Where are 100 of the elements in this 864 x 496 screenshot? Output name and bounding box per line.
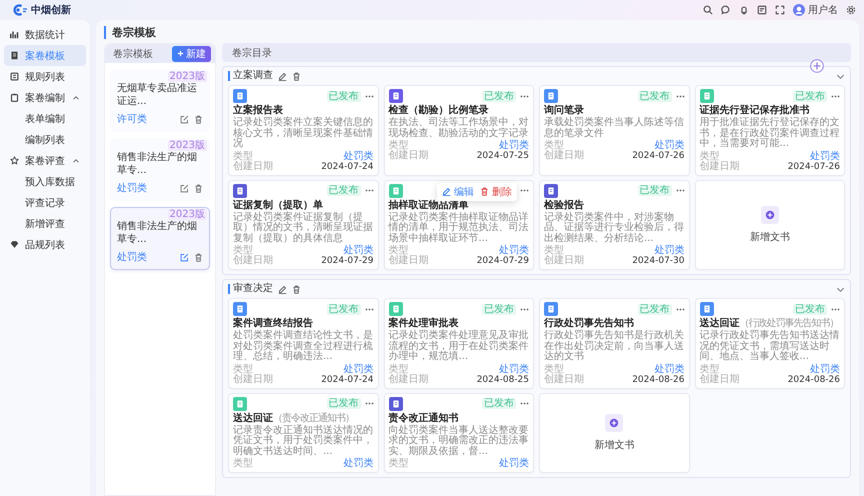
nav-item[interactable]: 数据统计 [4,24,86,45]
status-badge: 已发布 [638,90,672,102]
template-title: 销售非法生产的烟草专... [117,151,198,177]
template-item[interactable]: 2023版 销售非法生产的烟草专... 处罚类 [110,207,210,270]
fullscreen-icon[interactable] [775,5,785,15]
version-badge: 2023版 [168,209,207,220]
document-card[interactable]: 已发布 检验报告 记录处罚类案件中，对涉案物品、证据等进行专业检验后，得出检测结果、分析结论... 类型 处罚类 创建日期 2024-07-30 [539,180,690,270]
card-title: 询问笔录 [544,105,584,116]
edit-icon[interactable] [180,184,189,192]
more-icon[interactable] [364,189,374,192]
type-value: 处罚类 [344,459,374,469]
status-badge: 已发布 [793,90,827,102]
more-icon[interactable] [831,94,840,98]
date-label: 创建日期 [233,374,273,384]
nav-item[interactable]: 案卷编制 [4,87,86,108]
more-icon[interactable] [520,94,529,98]
bar-chart-icon [10,30,19,39]
chat-bubble-icon[interactable] [721,5,731,15]
document-card[interactable]: 已发布 检查（勘验）比例笔录 在执法、司法等工作场景中，对现场检查、勘验活动的文字记录 类型 处罚类 创建日期 2024-07-25 [384,85,534,176]
page-title: 卷宗模板 [104,26,156,39]
document-card[interactable]: 已发布 责令改正通知书 向处罚类案件当事人送达整改要求的文书，明确需改正的违法事实、期限及依据，督... 类型 处罚类 [384,392,534,473]
date-value: 2024-07-30 [632,256,684,266]
more-icon[interactable] [364,402,374,405]
logo-text: 中烟创新 [31,3,71,17]
date-value: 2024-07-26 [788,162,840,172]
trash-icon[interactable] [292,72,301,80]
card-description: 用于批准证据先行登记保存的文书，是在行政处罚案件调查过程中，当需要对可能... [700,118,840,150]
more-icon[interactable] [364,308,374,310]
settings-icon[interactable] [846,5,856,15]
date-label: 创建日期 [233,256,273,266]
document-card[interactable]: 已发布 立案报告表 记录处罚类案件立案关键信息的核心文书，清晰呈现案件基础情况 类型 处罚类 创建日期 2024-07-24 [228,85,378,176]
more-icon[interactable] [364,94,374,98]
card-title: 责令改正通知书 [388,412,458,424]
card-description: 在执法、司法等工作场景中，对现场检查、勘验活动的文字记录 [388,118,529,139]
nav-item[interactable]: 规则列表 [4,66,86,87]
edit-icon[interactable] [180,252,189,262]
card-title: 检验报告 [544,200,584,210]
status-badge: 已发布 [326,185,360,196]
trash-icon[interactable] [292,284,301,294]
template-item[interactable]: 2023版 销售非法生产的烟草专... 处罚类 [110,138,210,201]
edit-icon[interactable] [180,114,189,124]
date-label: 创建日期 [233,162,273,172]
document-card[interactable]: 已发布 送达回证（行政处罚事先告知书） 记录行政处罚事先告知书送达情况的凭证文书，需填写送达时间、地点、当事人签收... 类型 处罚类 创建日期 2024-08-26 [694,298,845,388]
type-label: 类型 [544,246,564,256]
date-value: 2024-07-24 [321,162,374,172]
document-card[interactable]: 已发布 询问笔录 承载处罚类案件当事人陈述等信息的笔录文件 类型 处罚类 创建日期 2024-07-26 [539,85,690,176]
bell-icon[interactable] [739,5,749,15]
card-title: 送达回证 [233,412,273,424]
status-badge: 已发布 [638,304,672,314]
status-badge: 已发布 [482,398,516,409]
document-card[interactable]: 已发布 证据先行登记保存批准书 用于批准证据先行登记保存的文书，是在行政处罚案件调查过程中，当需要对可能... 类型 处罚类 创建日期 2024-07-26 [694,85,845,176]
category-label: 许可类 [117,112,147,126]
avatar-icon[interactable] [793,4,805,16]
document-icon[interactable] [757,5,767,15]
user-name[interactable]: 用户名 [808,3,838,17]
trash-icon[interactable] [194,252,203,262]
status-badge: 已发布 [326,304,360,314]
nav-item[interactable]: 品规列表 [4,234,86,255]
category-label: 处罚类 [117,182,147,195]
add-icon [760,206,779,224]
trash-icon[interactable] [194,184,203,192]
type-label: 类型 [233,246,253,256]
edit-button[interactable]: 编辑 [442,184,474,198]
add-label: 新增文书 [750,230,790,244]
more-icon[interactable] [831,308,840,310]
nav-item[interactable]: 预入库数据 [4,171,86,192]
document-card[interactable]: 已发布 证据复制（提取）单 记录处罚类案件证据复制（提取）情况的文书，清晰呈现证据复制（提取）的具体信息 类型 处罚类 创建日期 2024-07-29 [228,180,378,270]
document-card[interactable]: 已发布 送达回证（责令改正通知书） 记录责令改正通知书送达情况的凭证文书，用于处罚类案件中，明确文书送达时间、... 类型 处罚类 [228,392,378,473]
more-icon[interactable] [520,308,529,310]
add-document-card[interactable]: 新增文书 [694,180,845,270]
trash-icon[interactable] [194,114,203,124]
add-circle-icon[interactable] [810,59,824,73]
nav-item[interactable]: 新增评查 [4,213,86,234]
delete-button[interactable]: 删除 [480,184,512,198]
date-label: 创建日期 [700,162,740,172]
more-icon[interactable] [676,189,684,192]
nav-item[interactable]: 编制列表 [4,129,86,150]
nav-item[interactable]: 评查记录 [4,192,86,213]
more-icon[interactable] [676,94,684,98]
nav-item[interactable]: 案卷评查 [4,150,86,171]
status-badge: 已发布 [326,398,360,409]
more-icon[interactable] [520,189,529,192]
document-card[interactable]: 已发布 行政处罚事先告知书 行政处罚事先告知书是行政机关在作出处罚决定前，向当事人送达的文书 类型 处罚类 创建日期 2024-08-26 [539,298,690,388]
card-description: 承载处罚类案件当事人陈述等信息的笔录文件 [544,118,684,139]
search-icon[interactable] [703,5,713,15]
category-label: 处罚类 [117,250,147,264]
card-subtitle: （行政处罚事先告知书） [740,318,838,329]
nav-item[interactable]: 表单编制 [4,108,86,129]
edit-icon[interactable] [278,284,287,294]
add-document-card[interactable]: 新增文书 [539,392,690,473]
edit-icon[interactable] [278,72,287,80]
more-icon[interactable] [520,402,529,405]
panel-title: 卷宗模板 [113,48,153,60]
more-icon[interactable] [676,308,684,310]
card-title: 行政处罚事先告知书 [544,318,634,329]
type-value: 处罚类 [499,246,529,256]
document-card[interactable]: 已发布 案件调查终结报告 处罚类案件调查结论性文书，是对处罚类案件调查全过程进行梳理、总结，明确违法... 类型 处罚类 创建日期 2024-07-24 [228,298,378,388]
template-item[interactable]: 2023版 无烟草专卖品准运证运... 许可类 [110,69,210,132]
new-button[interactable]: 新建 [172,46,211,62]
document-card[interactable]: 已发布 案件处理审批表 记录处罚类案件处理意见及审批流程的文书，用于在处罚类案件办理中，规范填... 类型 处罚类 创建日期 2024-08-25 [384,298,534,388]
